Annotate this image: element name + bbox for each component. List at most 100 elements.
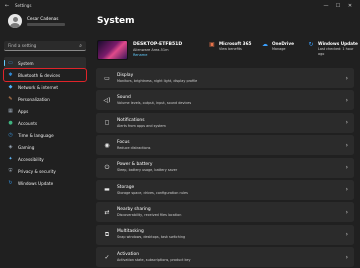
card-description: Alerts from apps and system xyxy=(117,123,166,128)
settings-card-multitasking[interactable]: ⧉ Multitasking Snap windows, desktops, tas… xyxy=(96,224,354,245)
microsoft-365-icon: ▣ xyxy=(209,41,215,48)
brush-icon: ✎ xyxy=(8,95,13,102)
sidebar-item-label: Time & language xyxy=(18,132,54,138)
settings-card-display[interactable]: ▭ Display Monitors, brightness, night ligh… xyxy=(96,68,354,88)
settings-card-power-battery[interactable]: ⏻ Power & battery Sleep, battery usage, ba… xyxy=(96,157,354,178)
app-title: Settings xyxy=(15,3,32,8)
sidebar-item-label: Accounts xyxy=(18,120,38,126)
sidebar-item-label: Accessibility xyxy=(18,156,44,162)
close-button[interactable]: ✕ xyxy=(344,3,356,9)
sidebar: Cesar Cadenas ⌕ ▭ System ✱ Bluetooth & devi… xyxy=(0,11,90,268)
nearby-sharing-icon: ⇄ xyxy=(104,208,110,216)
status-subtitle: View benefits xyxy=(219,47,242,51)
notifications-icon: ◻ xyxy=(104,119,110,127)
sidebar-item-privacy-security[interactable]: ⛨ Privacy & security xyxy=(4,165,86,177)
sidebar-item-accessibility[interactable]: ✦ Accessibility xyxy=(4,153,86,165)
card-description: Discoverability, received files location xyxy=(117,213,182,218)
user-email-redacted xyxy=(27,23,65,26)
sidebar-item-windows-update[interactable]: ↻ Windows Update xyxy=(4,177,86,189)
bluetooth-icon: ✱ xyxy=(8,71,13,78)
sidebar-item-apps[interactable]: ▦ Apps xyxy=(4,105,86,117)
chevron-right-icon: › xyxy=(345,164,348,172)
card-description: Storage space, drives, configuration rul… xyxy=(117,190,188,195)
main-content: System DESKTOP-ETFB51D Alienware Area-51… xyxy=(90,11,360,268)
chevron-right-icon: › xyxy=(345,253,348,261)
sidebar-item-label: Windows Update xyxy=(18,180,54,186)
card-description: Monitors, brightness, night light, displ… xyxy=(117,78,198,83)
settings-card-storage[interactable]: ▬ Storage Storage space, drives, configura… xyxy=(96,179,354,200)
device-info: DESKTOP-ETFB51D Alienware Area-51m Renam… xyxy=(97,39,223,61)
update-icon: ↻ xyxy=(8,179,13,186)
sound-icon: ◁) xyxy=(103,96,111,104)
apps-icon: ▦ xyxy=(8,107,13,114)
device-image xyxy=(97,40,128,60)
rename-link[interactable]: Rename xyxy=(133,53,182,58)
account-icon: ● xyxy=(8,119,13,126)
settings-card-sound[interactable]: ◁) Sound Volume levels, output, input, sou… xyxy=(96,90,354,111)
minimize-button[interactable]: — xyxy=(320,3,332,9)
card-description: Activation state, subscriptions, product… xyxy=(117,257,191,262)
sidebar-item-label: Privacy & security xyxy=(18,168,56,174)
multitasking-icon: ⧉ xyxy=(104,230,110,238)
card-description: Reduce distractions xyxy=(117,145,151,150)
sidebar-item-label: Gaming xyxy=(18,144,35,150)
user-name: Cesar Cadenas xyxy=(27,16,59,21)
windows-update-icon: ↻ xyxy=(308,41,314,48)
search-icon[interactable]: ⌕ xyxy=(79,43,82,49)
sidebar-item-bluetooth-devices[interactable]: ✱ Bluetooth & devices xyxy=(3,68,87,82)
sidebar-item-network-internet[interactable]: ◆ Network & internet xyxy=(4,81,86,93)
settings-card-focus[interactable]: ◉ Focus Reduce distractions › xyxy=(96,135,354,156)
chevron-right-icon: › xyxy=(345,119,348,127)
settings-list: ▭ Display Monitors, brightness, night ligh… xyxy=(96,68,354,268)
search-box[interactable]: ⌕ xyxy=(4,41,86,51)
sidebar-item-time-language[interactable]: ◷ Time & language xyxy=(4,129,86,141)
status-subtitle: Manage xyxy=(272,47,286,51)
sidebar-item-personalization[interactable]: ✎ Personalization xyxy=(4,93,86,105)
sidebar-item-gaming[interactable]: ◈ Gaming xyxy=(4,141,86,153)
title-bar: ← Settings — ☐ ✕ xyxy=(0,0,360,11)
onedrive-icon: ☁ xyxy=(262,41,268,48)
sidebar-item-label: Bluetooth & devices xyxy=(18,72,61,78)
window-controls: — ☐ ✕ xyxy=(320,3,356,9)
chevron-right-icon: › xyxy=(345,96,348,104)
chevron-right-icon: › xyxy=(345,74,348,82)
network-icon: ◆ xyxy=(8,83,13,90)
avatar xyxy=(8,14,22,28)
status-microsoft-365[interactable]: ▣ Microsoft 365 View benefits xyxy=(208,41,251,52)
power-icon: ⏻ xyxy=(104,163,110,171)
sidebar-item-label: Apps xyxy=(18,108,29,114)
search-input[interactable] xyxy=(8,43,74,48)
maximize-button[interactable]: ☐ xyxy=(332,3,344,9)
settings-card-nearby-sharing[interactable]: ⇄ Nearby sharing Discoverability, received… xyxy=(96,202,354,223)
card-description: Volume levels, output, input, sound devi… xyxy=(117,101,192,106)
card-description: Snap windows, desktops, task switching xyxy=(117,235,186,240)
sidebar-item-label: Personalization xyxy=(18,96,50,102)
monitor-icon: ▭ xyxy=(8,59,13,66)
settings-card-notifications[interactable]: ◻ Notifications Alerts from apps and syste… xyxy=(96,112,354,133)
sidebar-item-system[interactable]: ▭ System xyxy=(4,57,86,69)
chevron-right-icon: › xyxy=(345,141,348,149)
status-onedrive[interactable]: ☁ OneDrive Manage xyxy=(261,41,294,52)
chevron-right-icon: › xyxy=(345,208,348,216)
accessibility-icon: ✦ xyxy=(8,155,13,162)
sidebar-nav: ▭ System ✱ Bluetooth & devices ◆ Network & in… xyxy=(3,57,87,189)
sidebar-item-label: Network & internet xyxy=(18,84,58,90)
chevron-right-icon: › xyxy=(345,186,348,194)
clock-icon: ◷ xyxy=(8,131,13,138)
status-windows-update[interactable]: ↻ Windows Update Last checked: 1 hour ago xyxy=(307,41,360,56)
storage-icon: ▬ xyxy=(104,186,110,194)
shield-icon: ⛨ xyxy=(8,167,13,174)
gaming-icon: ◈ xyxy=(8,143,13,150)
sidebar-item-label: System xyxy=(18,60,34,66)
back-arrow-icon[interactable]: ← xyxy=(2,3,12,9)
settings-card-activation[interactable]: ✓ Activation Activation state, subscriptio… xyxy=(96,247,354,268)
activation-icon: ✓ xyxy=(104,253,110,261)
status-subtitle: Last checked: 1 hour ago xyxy=(318,47,354,56)
focus-icon: ◉ xyxy=(104,141,110,149)
sidebar-item-accounts[interactable]: ● Accounts xyxy=(4,117,86,129)
user-profile[interactable]: Cesar Cadenas xyxy=(8,14,65,28)
card-description: Sleep, battery usage, battery saver xyxy=(117,168,178,173)
display-icon: ▭ xyxy=(104,74,110,82)
chevron-right-icon: › xyxy=(345,231,348,239)
page-title: System xyxy=(97,16,135,26)
